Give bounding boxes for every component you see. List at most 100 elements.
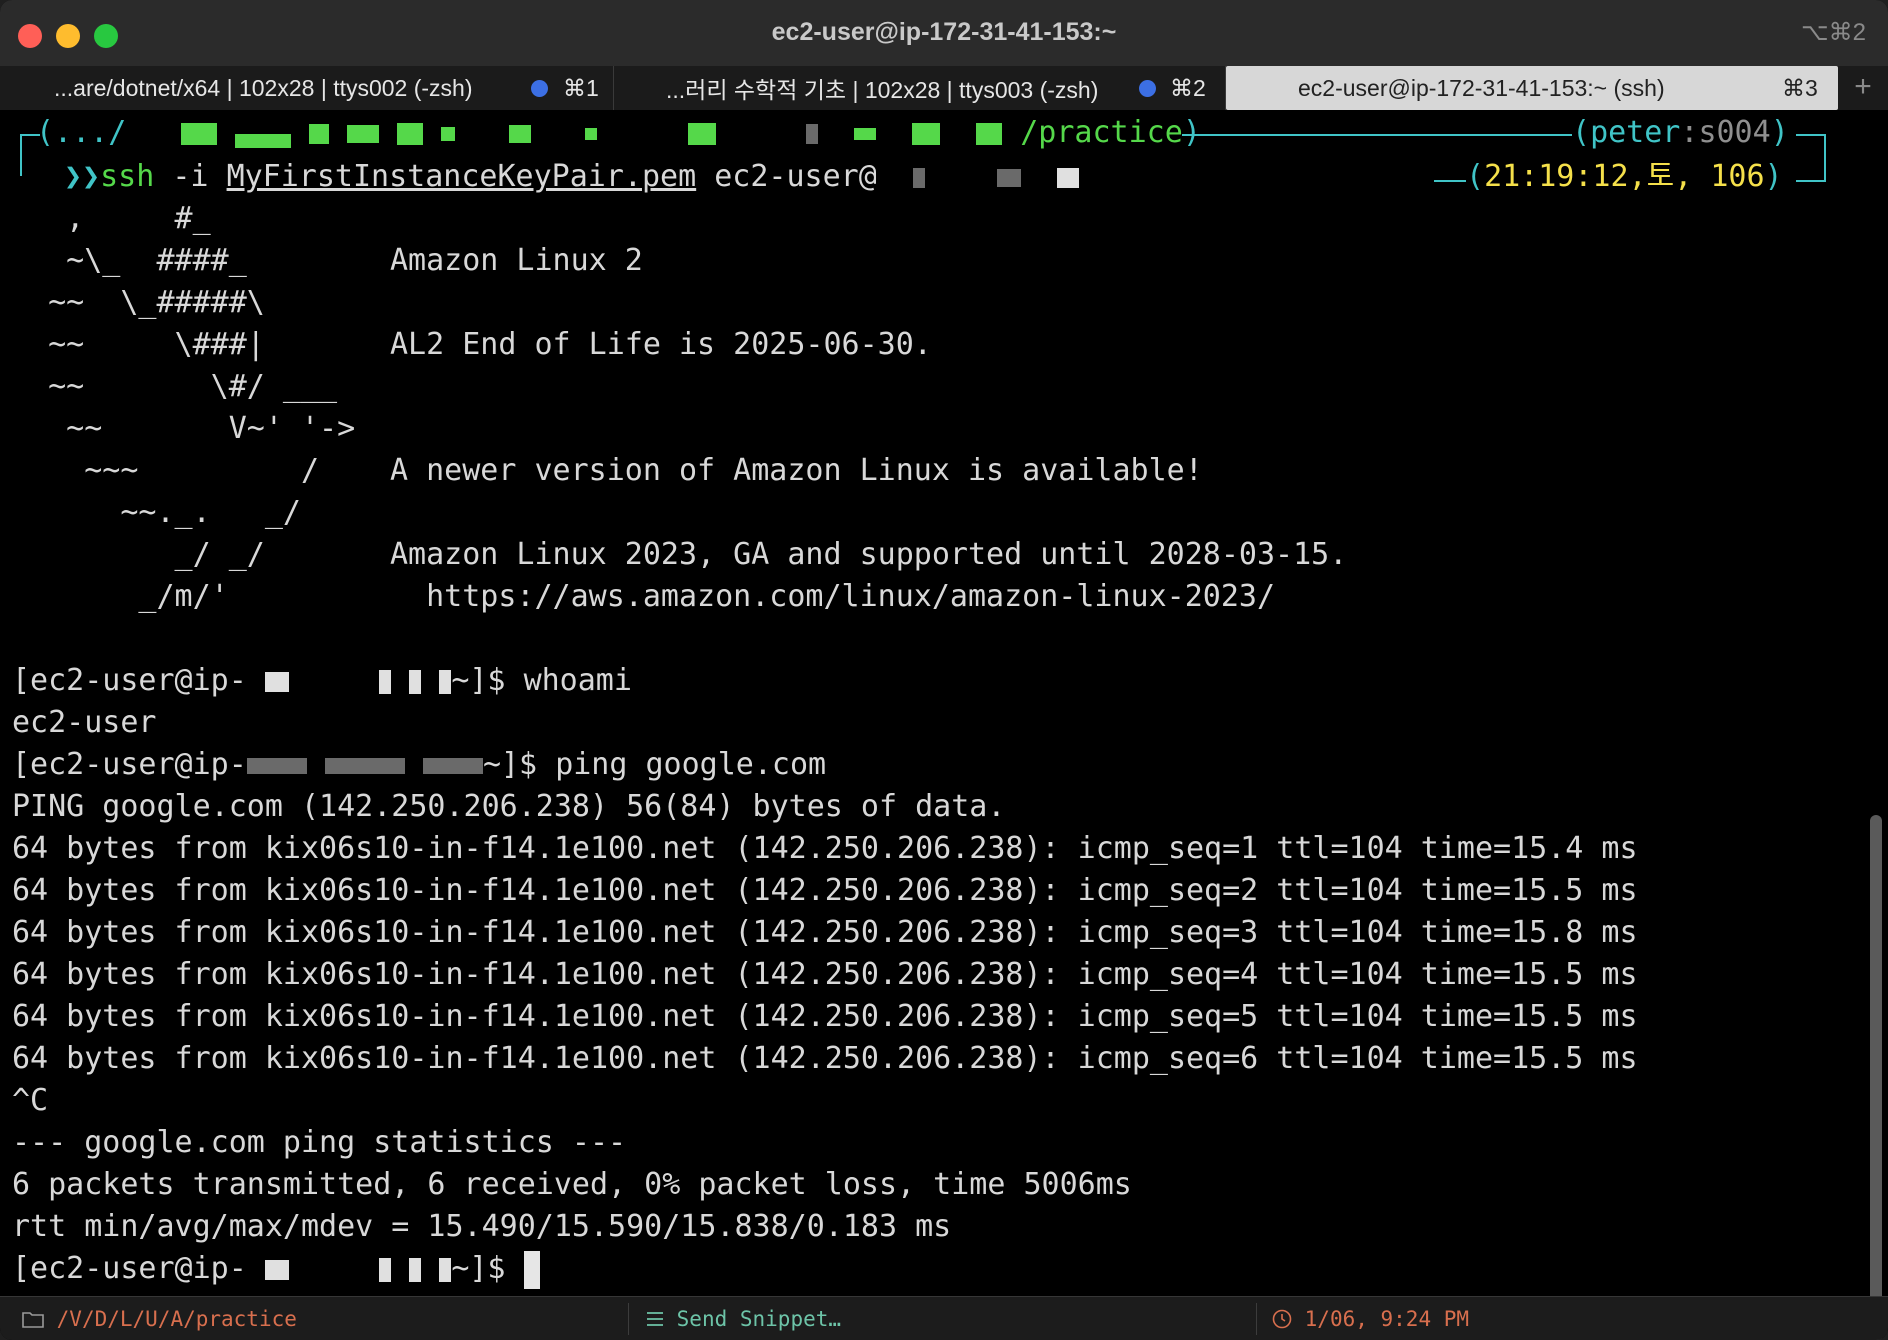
ping-reply: 64 bytes from kix06s10-in-f14.1e100.net … (12, 915, 1638, 950)
motd-line: , #_ (12, 198, 211, 240)
redacted-path (976, 122, 1003, 145)
motd-text: AL2 End of Life is 2025-06-30. (390, 327, 932, 362)
status-clock: 1/06, 9:24 PM (1272, 1297, 1469, 1340)
command-output: ec2-user (12, 705, 157, 740)
motd-line: ~~ \_#####\ (12, 282, 265, 324)
motd-art: ~~ V~' '-> (12, 411, 356, 446)
send-snippet-button[interactable]: Send Snippet… (646, 1297, 841, 1340)
status-divider (1256, 1303, 1257, 1335)
motd-line: ~~~ / (12, 450, 319, 492)
command-args: ec2-user@ (696, 159, 877, 194)
redacted-host (912, 167, 925, 188)
prompt-time-value: 21:19:12,토, 106 (1484, 159, 1765, 194)
redacted-ip (439, 669, 452, 694)
time-frame-right (1796, 168, 1826, 182)
window-title: ec2-user@ip-172-31-41-153:~ (771, 18, 1117, 46)
command-args: -i (154, 159, 227, 194)
prompt-user-host: (peter:s004) (1572, 115, 1789, 150)
ping-reply: 64 bytes from kix06s10-in-f14.1e100.net … (12, 1041, 1638, 1076)
status-path-text: /V/D/L/U/A/practice (56, 1307, 297, 1331)
shell-prompt-line: [ec2-user@ip- ~]$ ping google.com (12, 744, 826, 786)
status-divider (628, 1303, 629, 1335)
redacted-path (687, 122, 716, 145)
motd-text: A newer version of Amazon Linux is avail… (390, 453, 1203, 488)
status-path[interactable]: /V/D/L/U/A/practice (22, 1297, 297, 1340)
shell-prompt: ~]$ (451, 663, 524, 698)
redacted-path (509, 124, 531, 143)
ping-header: PING google.com (142.250.206.238) 56(84)… (12, 789, 1006, 824)
redacted-ip (422, 757, 483, 774)
motd-line: ~~ V~' '-> (12, 408, 355, 450)
prompt-host: s004 (1698, 115, 1771, 150)
scrollbar[interactable] (1870, 815, 1882, 1340)
time-frame-rule (1434, 180, 1466, 182)
terminal-window: ec2-user@ip-172-31-41-153:~ ⌥⌘2 ...are/d… (0, 0, 1888, 1340)
motd-line: ~~ \#/ ___ (12, 366, 337, 408)
redacted-path (440, 126, 455, 141)
redacted-ip (246, 757, 307, 774)
redacted-host (1057, 167, 1080, 188)
new-tab-button[interactable]: + (1838, 66, 1888, 110)
ping-reply: 64 bytes from kix06s10-in-f14.1e100.net … (12, 999, 1638, 1034)
terminal-output[interactable]: (.../ /practice) (peter:s004) ❯❯ssh -i M… (0, 110, 1888, 1340)
motd-art: _/ _/ (12, 537, 265, 572)
ping-stats-header: --- google.com ping statistics --- (12, 1125, 627, 1160)
ping-reply: 64 bytes from kix06s10-in-f14.1e100.net … (12, 957, 1638, 992)
send-snippet-label: Send Snippet… (676, 1307, 842, 1331)
status-bar: /V/D/L/U/A/practice Send Snippet… 1/06, … (0, 1296, 1888, 1340)
shell-command: ping google.com (555, 747, 827, 782)
tab-ssh-active[interactable]: ec2-user@ip-172-31-41-153:~ (ssh) ⌘3 (1226, 66, 1838, 110)
snippet-icon (647, 1312, 663, 1326)
tab-math[interactable]: ...러리 수학적 기초 | 102x28 | ttys003 (-zsh) ⌘… (614, 66, 1226, 110)
redacted-ip (409, 1257, 422, 1282)
keyfile-name: MyFirstInstanceKeyPair.pem (226, 159, 697, 194)
motd-art: ~~ \_#####\ (12, 285, 265, 320)
activity-dot-icon (1139, 80, 1156, 97)
motd-text: Amazon Linux 2 (390, 243, 643, 278)
title-bar[interactable]: ec2-user@ip-172-31-41-153:~ ⌥⌘2 (0, 0, 1888, 67)
prompt-arrow: ❯❯ (64, 159, 101, 194)
text-cursor (523, 1250, 540, 1289)
motd-art: ~~ \#/ ___ (12, 369, 338, 404)
shell-prompt-line: [ec2-user@ip- ~]$ (12, 1248, 540, 1290)
motd-line: ~~ \###| (12, 324, 265, 366)
folder-icon (22, 1312, 44, 1328)
redacted-ip (409, 669, 422, 694)
motd-line: ~\_ ####_ (12, 240, 247, 282)
ssh-command-line: ❯❯ssh -i MyFirstInstanceKeyPair.pem ec2-… (64, 156, 1080, 198)
shell-prompt: [ec2-user@ip- (12, 1251, 247, 1286)
tab-shortcut: ⌘2 (1170, 74, 1206, 101)
shell-prompt: [ec2-user@ip- (12, 663, 247, 698)
redacted-ip (264, 1259, 289, 1280)
motd-art: ~~._. _/ (12, 495, 301, 530)
ping-stats-rtt: rtt min/avg/max/mdev = 15.490/15.590/15.… (12, 1209, 952, 1244)
shell-prompt: ~]$ (482, 747, 556, 782)
shell-prompt: [ec2-user@ip- (12, 747, 247, 782)
redacted-ip (439, 1257, 452, 1282)
redacted-path (346, 124, 379, 143)
motd-line: _/m/' (12, 576, 228, 618)
tab-label: ...are/dotnet/x64 | 102x28 | ttys002 (-z… (54, 74, 473, 101)
redacted-path (853, 127, 876, 140)
motd-text: Amazon Linux 2023, GA and supported unti… (390, 537, 1348, 572)
redacted-ip (379, 669, 392, 694)
redacted-path (805, 123, 818, 144)
motd-line: ~~._. _/ (12, 492, 301, 534)
prompt-frame-rule (1182, 134, 1572, 136)
redacted-path (585, 127, 598, 140)
tab-label: ec2-user@ip-172-31-41-153:~ (ssh) (1298, 74, 1665, 101)
window-shortcut: ⌥⌘2 (1800, 19, 1866, 46)
prompt-path-start: (.../ (36, 115, 127, 150)
motd-art: ~~~ / (12, 453, 320, 488)
tab-dotnet[interactable]: ...are/dotnet/x64 | 102x28 | ttys002 (-z… (0, 66, 614, 110)
prompt-time: (21:19:12,토, 106) (1466, 159, 1783, 194)
shell-prompt-line: [ec2-user@ip- ~]$ whoami (12, 660, 632, 702)
ping-reply: 64 bytes from kix06s10-in-f14.1e100.net … (12, 873, 1638, 908)
ping-stats-packets: 6 packets transmitted, 6 received, 0% pa… (12, 1167, 1132, 1202)
clock-icon (1272, 1309, 1292, 1329)
tab-shortcut: ⌘3 (1782, 74, 1818, 101)
redacted-ip (379, 1257, 392, 1282)
prompt-user: peter (1590, 115, 1681, 150)
motd-text: https://aws.amazon.com/linux/amazon-linu… (390, 579, 1276, 614)
redacted-ip (264, 671, 289, 692)
